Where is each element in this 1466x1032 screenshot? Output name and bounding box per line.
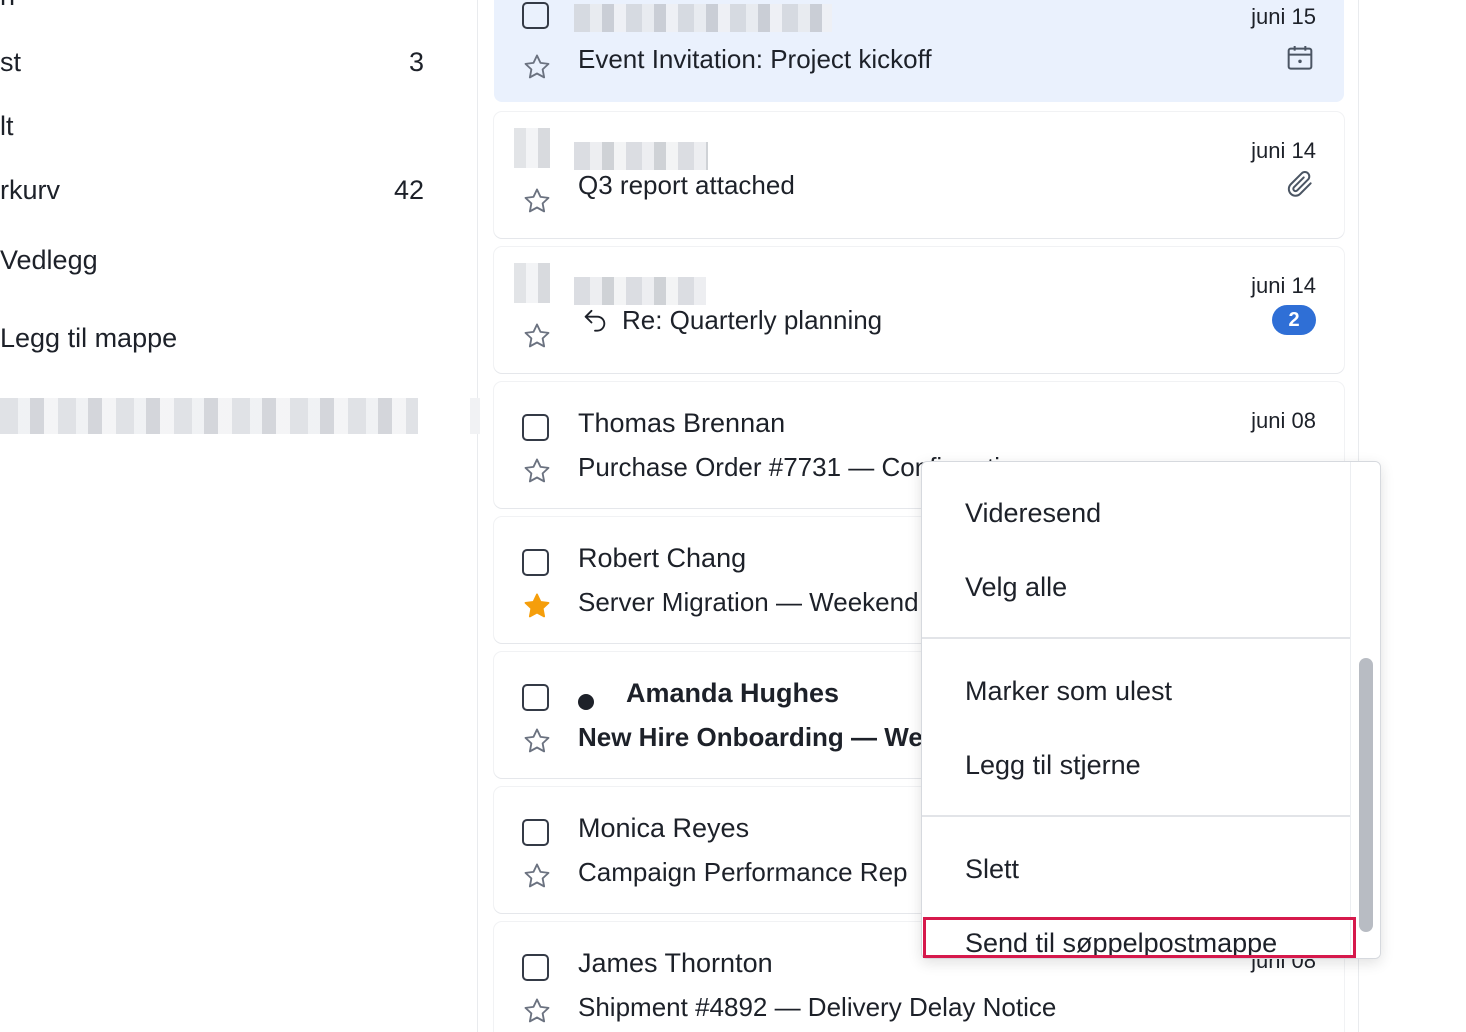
unread-indicator xyxy=(578,694,594,710)
message-date: juni 14 xyxy=(1251,138,1316,163)
blurred-avatar xyxy=(514,263,550,303)
menu-item-forward[interactable]: Videresend xyxy=(922,483,1352,543)
star-icon[interactable] xyxy=(522,52,552,82)
menu-scrollbar[interactable] xyxy=(1350,462,1380,958)
message-checkbox[interactable] xyxy=(522,549,549,576)
blurred-sender xyxy=(574,142,708,170)
menu-item-delete[interactable]: Slett xyxy=(922,839,1352,899)
thread-count-badge: 2 xyxy=(1272,305,1316,335)
menu-separator xyxy=(922,637,1352,639)
message-subject: Q3 report attached xyxy=(578,170,795,200)
message-checkbox[interactable] xyxy=(522,684,549,711)
sidebar-item-sent[interactable]: st 3 xyxy=(0,40,440,84)
blurred-fragment xyxy=(470,398,480,434)
sidebar-item-all[interactable]: lt xyxy=(0,104,440,148)
blurred-sender xyxy=(574,277,706,305)
message-sender: Amanda Hughes xyxy=(626,678,840,708)
menu-item-add-star[interactable]: Legg til stjerne xyxy=(922,735,1352,795)
message-checkbox[interactable] xyxy=(522,819,549,846)
menu-item-select-all[interactable]: Velg alle xyxy=(922,557,1352,617)
context-menu: Videresend Velg alle Marker som ulest Le… xyxy=(921,461,1381,959)
sidebar-item-label: lt xyxy=(0,110,14,141)
message-sender: Monica Reyes xyxy=(578,813,750,843)
blurred-sender xyxy=(574,4,832,32)
message-subject: Server Migration — Weekend xyxy=(578,587,919,617)
message-sender: Robert Chang xyxy=(578,543,747,573)
blurred-avatar xyxy=(514,128,550,168)
calendar-icon xyxy=(1287,46,1313,70)
menu-scrollbar-thumb[interactable] xyxy=(1359,658,1373,932)
menu-separator xyxy=(922,815,1352,817)
message-date: juni 08 xyxy=(1251,408,1316,433)
menu-item-mark-unread[interactable]: Marker som ulest xyxy=(922,661,1352,721)
star-icon[interactable] xyxy=(522,996,552,1026)
message-row[interactable]: Re: Quarterly planning juni 14 2 xyxy=(494,247,1344,373)
message-date: juni 15 xyxy=(1251,4,1316,29)
message-checkbox[interactable] xyxy=(522,954,549,981)
star-icon[interactable] xyxy=(522,861,552,891)
sidebar-item-inbox[interactable]: n xyxy=(0,0,440,16)
star-icon[interactable] xyxy=(522,726,552,756)
message-subject: Re: Quarterly planning xyxy=(622,305,883,335)
sidebar-item-label: rkurv xyxy=(0,174,60,205)
sidebar-item-attachments[interactable]: Vedlegg xyxy=(0,238,440,282)
message-sender: James Thornton xyxy=(578,948,773,978)
menu-item-send-to-spam[interactable]: Send til søppelpostmappe xyxy=(922,913,1352,958)
add-folder-button[interactable]: Legg til mappe xyxy=(0,316,440,360)
message-sender: Thomas Brennan xyxy=(578,408,786,438)
sidebar-item-label: Legg til mappe xyxy=(0,322,178,353)
star-icon[interactable] xyxy=(522,456,552,486)
message-subject: Event Invitation: Project kickoff xyxy=(578,44,932,74)
sidebar-item-trash[interactable]: rkurv 42 xyxy=(0,168,440,212)
sidebar-item-count: 3 xyxy=(408,46,424,77)
sidebar: n st 3 lt rkurv 42 Vedlegg Legg til mapp… xyxy=(0,0,478,1032)
sidebar-item-count: 42 xyxy=(393,174,424,205)
message-date: juni 14 xyxy=(1251,273,1316,298)
star-icon[interactable] xyxy=(522,321,552,351)
star-filled-icon[interactable] xyxy=(522,591,552,621)
sidebar-item-label: st xyxy=(0,46,22,77)
sidebar-item-label: Vedlegg xyxy=(0,244,98,275)
message-checkbox[interactable] xyxy=(522,2,549,29)
message-checkbox[interactable] xyxy=(522,414,549,441)
message-row[interactable]: Event Invitation: Project kickoff juni 1… xyxy=(494,0,1344,102)
message-subject: New Hire Onboarding — We xyxy=(578,722,923,752)
sidebar-item-label: n xyxy=(0,0,15,12)
message-subject: Shipment #4892 — Delivery Delay Notice xyxy=(578,992,1057,1022)
star-icon[interactable] xyxy=(522,186,552,216)
blurred-account-info xyxy=(0,398,418,434)
reply-icon xyxy=(584,309,606,332)
message-subject: Campaign Performance Rep xyxy=(578,857,908,887)
message-row[interactable]: Q3 report attached juni 14 xyxy=(494,112,1344,238)
paperclip-icon xyxy=(1287,171,1312,197)
